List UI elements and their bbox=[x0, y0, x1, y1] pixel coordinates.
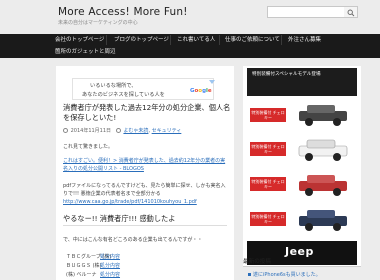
source-link[interactable]: これはすごい。便利！> 消費者庁が発表した、過去約12年分の業者の実 bbox=[63, 157, 225, 164]
post-category[interactable]: よむゃ未読 bbox=[123, 128, 148, 134]
model-badge: 特別装備付 チェロキー bbox=[250, 177, 286, 191]
ad-choices-icon[interactable] bbox=[209, 80, 215, 84]
car-image bbox=[299, 175, 347, 196]
nav-divider bbox=[170, 35, 171, 45]
section-heading: やるなー!! 消費者庁!!! 感動したよ bbox=[63, 214, 176, 223]
model-badge: 特別装備付 チェロキー bbox=[250, 212, 286, 226]
post-meta: 2014年11月11日 よむゃ未読, セキュリティ bbox=[63, 127, 181, 134]
source-link-cont[interactable]: 名入りの処分公開リスト - BLOGOS bbox=[63, 165, 144, 172]
car-image bbox=[299, 210, 347, 231]
section-divider bbox=[63, 225, 227, 226]
clock-icon bbox=[63, 128, 68, 133]
pdf-link[interactable]: http://www.caa.go.jp/trade/pdf/141010kou… bbox=[63, 199, 197, 205]
pdf-note-cont: りで!!! 悪徳企業の代表者名まで全部分かる bbox=[63, 191, 161, 197]
model-badge: 特別装備付 チェロキー bbox=[250, 108, 286, 122]
nav-divider bbox=[106, 35, 107, 45]
site-title[interactable]: More Access! More Fun! bbox=[58, 6, 188, 18]
folder-icon bbox=[115, 128, 121, 133]
nav-item-blog-top[interactable]: ブログのトップページ bbox=[114, 34, 169, 46]
main-nav: 会社のトップページ ブログのトップページ これ書いてる人 仕事のご依頼について … bbox=[0, 34, 380, 58]
post-title[interactable]: 消費者庁が発表した過去12年分の処分企業、個人名を保存しといた! bbox=[63, 103, 231, 123]
site-header: More Access! More Fun! 未来の自分はマーケティングの中心 bbox=[0, 0, 380, 34]
jeep-logo: Jeep bbox=[285, 245, 314, 258]
disposition-link[interactable]: 処分内容 bbox=[100, 271, 120, 278]
nav-divider bbox=[281, 35, 282, 45]
recent-posts-heading: 最新の投稿 bbox=[243, 259, 271, 265]
google-logo: Google bbox=[190, 88, 212, 94]
nav-item-author[interactable]: これ書いてる人 bbox=[177, 34, 215, 46]
section-intro: で、中にはこんな有名どころのある企業も出てるんですが・・ bbox=[63, 237, 203, 243]
search-button[interactable] bbox=[344, 6, 358, 18]
nav-item-work-request[interactable]: 仕事のご依頼について bbox=[225, 34, 280, 46]
post-category[interactable]: セキュリティ bbox=[152, 128, 182, 134]
search-icon bbox=[347, 9, 355, 17]
company-name: ＢＵＧＧＳ (株) bbox=[66, 263, 102, 269]
ad-line-2: あなたのビジネスを探している人を bbox=[82, 92, 165, 98]
disposition-link[interactable]: 処分内容 bbox=[100, 253, 120, 260]
jeep-ad-tagline: 特別装備付スペシャルモデル登場 bbox=[252, 72, 321, 77]
model-badge: 特別装備付 チェロキー bbox=[250, 142, 286, 156]
bullet-icon bbox=[248, 273, 251, 276]
ad-line-1: いるいるな場所で、 bbox=[90, 83, 137, 89]
search-input[interactable] bbox=[267, 6, 345, 18]
page: More Access! More Fun! 未来の自分はマーケティングの中心 … bbox=[0, 0, 380, 280]
pdf-note: pdfファイルになってるんですけども、見たら簡単に探せ、しかも実名入 bbox=[63, 183, 226, 189]
company-name: (株) ベルーナ bbox=[66, 272, 97, 278]
nav-item-company-top[interactable]: 会社のトップページ bbox=[55, 34, 104, 46]
nav-item-gadgets[interactable]: 箇所のガジェットと周辺 bbox=[55, 46, 116, 58]
nav-divider bbox=[219, 35, 220, 45]
car-image bbox=[299, 105, 347, 126]
recent-post-item[interactable]: 遂にiPhone6sも買いました。 bbox=[248, 271, 321, 278]
post-date: 2014年11月11日 bbox=[70, 128, 112, 134]
recent-post-title[interactable]: 遂にiPhone6sも買いました。 bbox=[253, 272, 321, 278]
sidebar-divider bbox=[243, 266, 361, 267]
car-image bbox=[298, 139, 348, 161]
site-tagline: 未来の自分はマーケティングの中心 bbox=[58, 20, 138, 26]
post-intro: これ見て驚きました。 bbox=[63, 144, 114, 150]
nav-item-outsource[interactable]: 外注さん募集 bbox=[288, 34, 321, 46]
disposition-link[interactable]: 処分内容 bbox=[100, 262, 120, 269]
